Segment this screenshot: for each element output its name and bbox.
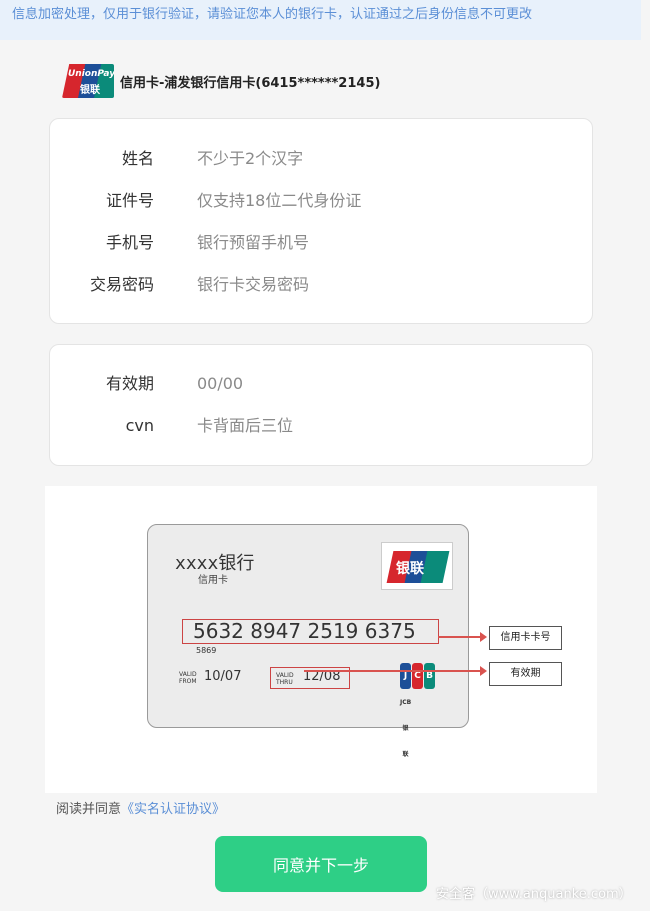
unionpay-logo-icon: UnionPay 银联	[62, 64, 114, 98]
cvn-input[interactable]: 卡背面后三位	[197, 414, 293, 438]
agreement-link[interactable]: 《实名认证协议》	[121, 802, 225, 817]
agreement-prefix: 阅读并同意	[56, 802, 122, 817]
phone-input[interactable]: 银行预留手机号	[197, 231, 309, 255]
card-number-tag: 信用卡卡号	[489, 626, 562, 650]
unionpay-card-text: 银联	[396, 561, 424, 577]
name-input[interactable]: 不少于2个汉字	[197, 147, 303, 171]
valid-from-label: VALID FROM	[179, 671, 197, 685]
unionpay-logo-en: UnionPay	[68, 69, 114, 79]
id-number-input[interactable]: 仅支持18位二代身份证	[197, 189, 361, 213]
trade-password-row[interactable]: 交易密码 银行卡交易密码	[50, 273, 592, 297]
sample-card-number-sub: 5869	[196, 646, 217, 655]
id-number-label: 证件号	[105, 191, 154, 210]
expiry-tag: 有效期	[489, 662, 562, 686]
jcb-sub-text: JCB 银联	[400, 699, 412, 758]
sample-card-number: 5632 8947 2519 6375	[193, 619, 416, 643]
trade-password-input[interactable]: 银行卡交易密码	[197, 273, 309, 297]
watermark: 安全客（www.anquanke.com）	[436, 887, 632, 902]
trade-password-label: 交易密码	[89, 275, 154, 294]
phone-label: 手机号	[105, 233, 154, 252]
valid-thru-label: VALID THRU	[276, 672, 294, 686]
cvn-row[interactable]: cvn 卡背面后三位	[50, 414, 592, 438]
agree-next-button[interactable]: 同意并下一步	[215, 836, 427, 892]
unionpay-card-icon: 银联	[381, 542, 453, 590]
expiry-row[interactable]: 有效期 00/00	[50, 372, 592, 396]
privacy-notice: 信息加密处理，仅用于银行验证，请验证您本人的银行卡，认证通过之后身份信息不可更改	[0, 0, 641, 40]
expiry-input[interactable]: 00/00	[197, 372, 243, 396]
identity-form-panel: 姓名 不少于2个汉字 证件号 仅支持18位二代身份证 手机号 银行预留手机号 交…	[49, 118, 593, 324]
card-title: 信用卡-浦发银行信用卡(6415******2145)	[120, 75, 381, 91]
arrow-icon	[438, 632, 487, 642]
expiry-label: 有效期	[105, 374, 154, 393]
selected-card[interactable]: UnionPay 银联 信用卡-浦发银行信用卡(6415******2145)	[62, 63, 380, 99]
unionpay-logo-cn: 银联	[80, 85, 100, 96]
jcb-logo-icon: JCB JCB 银联	[400, 663, 436, 758]
card-info-panel: 有效期 00/00 cvn 卡背面后三位	[49, 344, 593, 466]
card-number-box: 5632 8947 2519 6375	[182, 619, 439, 644]
cvn-label: cvn	[125, 416, 154, 435]
id-number-row[interactable]: 证件号 仅支持18位二代身份证	[50, 189, 592, 213]
arrow-icon	[304, 666, 487, 676]
valid-from-value: 10/07	[204, 669, 242, 684]
name-row[interactable]: 姓名 不少于2个汉字	[50, 147, 592, 171]
name-label: 姓名	[121, 149, 154, 168]
sample-card: xxxx银行 信用卡 银联 5632 8947 2519 6375 5869 V…	[147, 524, 469, 758]
phone-row[interactable]: 手机号 银行预留手机号	[50, 231, 592, 255]
sample-bank-sub: 信用卡	[198, 575, 228, 586]
agreement-text: 阅读并同意《实名认证协议》	[56, 798, 225, 817]
credit-card-illustration: xxxx银行 信用卡 银联 5632 8947 2519 6375 5869 V…	[45, 486, 597, 793]
